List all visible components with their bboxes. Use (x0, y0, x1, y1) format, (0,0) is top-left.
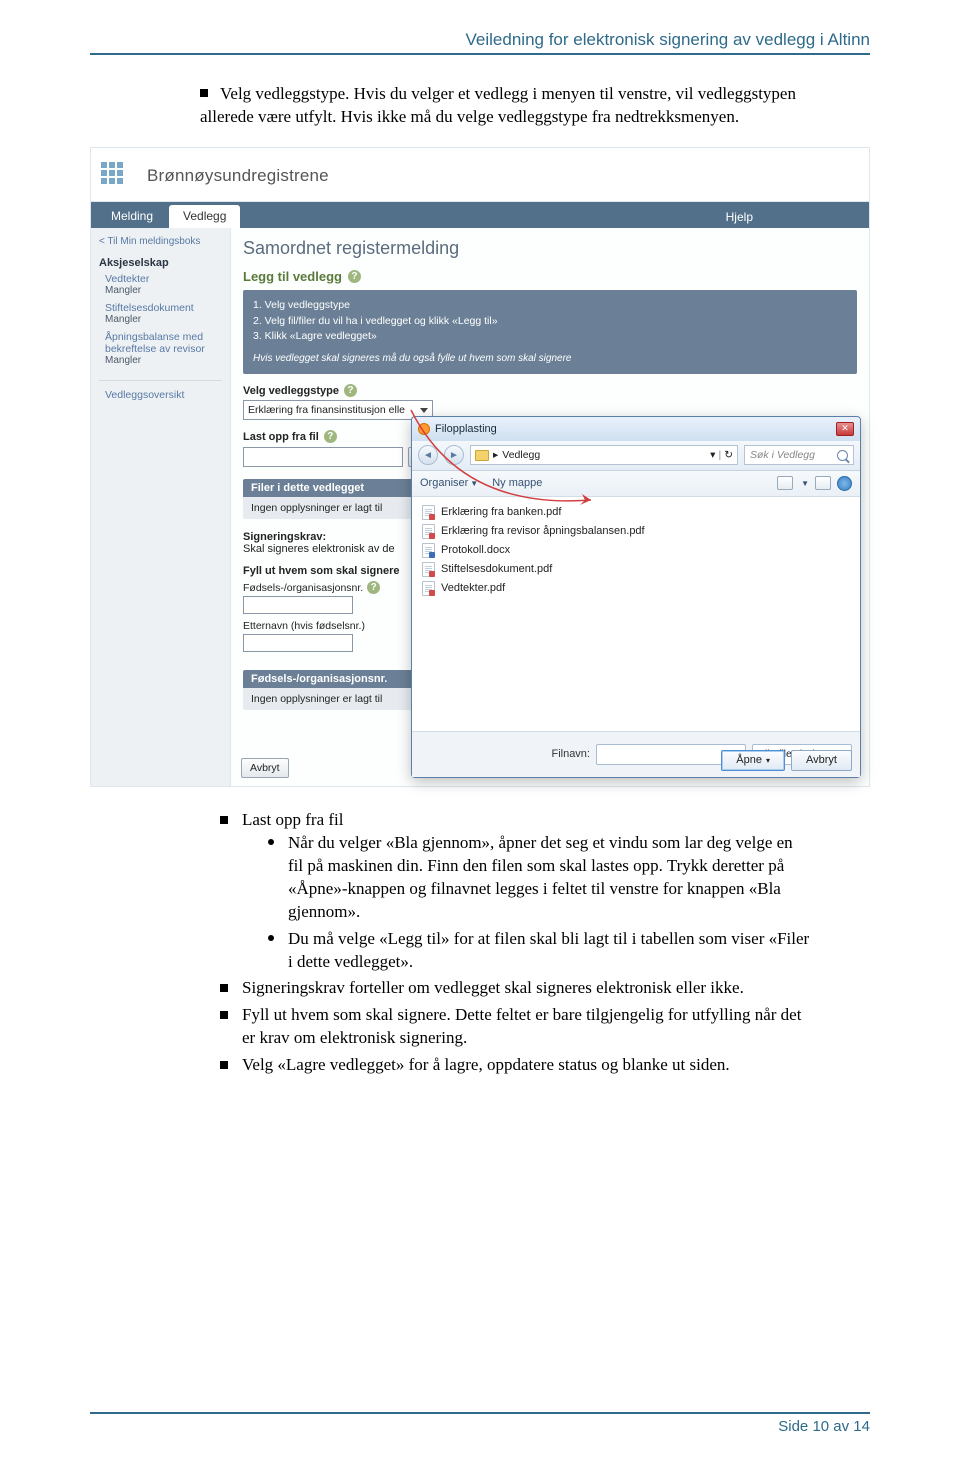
dialog-titlebar: Filopplasting ✕ (412, 417, 860, 441)
list-item: Last opp fra fil Når du velger «Bla gjen… (220, 809, 810, 974)
docx-file-icon (422, 543, 435, 558)
file-item[interactable]: Protokoll.docx (422, 541, 850, 560)
sidebar-status: Mangler (105, 285, 222, 296)
chevron-down-icon: ▼ (801, 479, 809, 488)
help-icon[interactable]: ? (344, 384, 357, 397)
step-2: 2. Velg fil/filer du vil ha i vedlegget … (253, 314, 847, 330)
sub-list-item: Du må velge «Legg til» for at filen skal… (268, 928, 810, 974)
sidebar-item-vedtekter[interactable]: Vedtekter (105, 273, 222, 285)
sub-list-item: Når du velger «Bla gjennom», åpner det s… (268, 832, 810, 924)
nav-forward-button[interactable]: ► (444, 445, 464, 465)
file-path-input[interactable] (243, 447, 403, 467)
organiser-menu[interactable]: Organiser▼ (420, 477, 478, 489)
page-header: Veiledning for elektronisk signering av … (90, 30, 870, 55)
help-icon[interactable]: ? (367, 581, 380, 594)
type-label: Velg vedleggstype ? (243, 384, 857, 397)
app-screenshot: Brønnøysundregistrene Pålogget: SYVER PR… (90, 147, 870, 787)
brand-logo-icon (101, 162, 123, 184)
sidebar-item-stiftelsesdokument[interactable]: Stiftelsesdokument (105, 302, 222, 314)
file-item[interactable]: Erklæring fra banken.pdf (422, 503, 850, 522)
tab-hjelp[interactable]: Hjelp (712, 206, 767, 229)
type-value: Erklæring fra finansinstitusjon elle (248, 404, 405, 416)
steps-box: 1. Velg vedleggstype 2. Velg fil/filer d… (243, 290, 857, 374)
sidebar-status: Mangler (105, 314, 222, 325)
file-item[interactable]: Vedtekter.pdf (422, 579, 850, 598)
view-options-icon[interactable] (777, 476, 793, 490)
chevron-down-icon (420, 408, 428, 413)
nav-back-button[interactable]: ◄ (418, 445, 438, 465)
list-item: Signeringskrav forteller om vedlegget sk… (220, 977, 810, 1000)
breadcrumb[interactable]: ▸ Vedlegg ▾ | ↻ (470, 445, 738, 465)
login-status: Pålogget: SYVER PRESTHUS (709, 244, 859, 256)
sidebar: < Til Min meldingsboks Aksjeselskap Vedt… (91, 228, 231, 786)
dialog-toolbar: Organiser▼ Ny mappe ▼ (412, 471, 860, 497)
open-button[interactable]: Åpne ▾ (721, 750, 785, 771)
tab-vedlegg[interactable]: Vedlegg (169, 205, 240, 228)
file-name: Erklæring fra revisor åpningsbalansen.pd… (441, 525, 645, 537)
outro-list: Last opp fra fil Når du velger «Bla gjen… (220, 809, 810, 1077)
file-list: Erklæring fra banken.pdf Erklæring fra r… (412, 497, 860, 731)
list-item: Fyll ut hvem som skal signere. Dette fel… (220, 1004, 810, 1050)
firefox-icon (418, 423, 430, 435)
section-heading: Legg til vedlegg ? (243, 269, 857, 284)
list-item: Velg «Lagre vedlegget» for å lagre, oppd… (220, 1054, 810, 1077)
pdf-file-icon (422, 505, 435, 520)
bullet-square (200, 89, 208, 97)
fnr-label: Fødsels-/organisasjonsnr. (243, 582, 363, 594)
tab-melding[interactable]: Melding (97, 205, 167, 228)
file-name: Protokoll.docx (441, 544, 510, 556)
search-placeholder: Søk i Vedlegg (750, 449, 815, 461)
sidebar-status: Mangler (105, 355, 222, 366)
step-3: 3. Klikk «Lagre vedlegget» (253, 329, 847, 345)
brand-name: Brønnøysundregistrene (147, 166, 329, 186)
help-icon[interactable]: ? (348, 270, 361, 283)
folder-icon (475, 450, 489, 461)
steps-note: Hvis vedlegget skal signeres må du også … (253, 351, 847, 366)
page-footer: Side 10 av 14 (90, 1412, 870, 1435)
pdf-file-icon (422, 581, 435, 596)
help-icon[interactable] (837, 476, 852, 491)
new-folder-button[interactable]: Ny mappe (492, 477, 542, 489)
file-item[interactable]: Stiftelsesdokument.pdf (422, 560, 850, 579)
step-1: 1. Velg vedleggstype (253, 298, 847, 314)
search-input[interactable]: Søk i Vedlegg (744, 445, 854, 465)
tabs-bar: Pålogget: SYVER PRESTHUS Melding Vedlegg… (91, 202, 869, 228)
intro-paragraph: Velg vedleggstype. Hvis du velger et ved… (200, 83, 830, 129)
help-icon[interactable]: ? (324, 430, 337, 443)
close-button[interactable]: ✕ (836, 422, 854, 436)
file-name: Erklæring fra banken.pdf (441, 506, 561, 518)
file-name: Stiftelsesdokument.pdf (441, 563, 552, 575)
surname-input[interactable] (243, 634, 353, 652)
sidebar-back-link[interactable]: < Til Min meldingsboks (99, 236, 222, 247)
fnr-input[interactable] (243, 596, 353, 614)
sidebar-heading: Aksjeselskap (99, 257, 222, 269)
cancel-button[interactable]: Avbryt (241, 758, 289, 778)
breadcrumb-folder: Vedlegg (502, 449, 540, 461)
dialog-title: Filopplasting (435, 423, 497, 435)
sidebar-item-oversikt[interactable]: Vedleggsoversikt (105, 389, 222, 401)
dialog-nav: ◄ ► ▸ Vedlegg ▾ | ↻ Søk i Vedlegg (412, 441, 860, 471)
file-name: Vedtekter.pdf (441, 582, 505, 594)
filename-label: Filnavn: (551, 748, 590, 760)
preview-pane-icon[interactable] (815, 476, 831, 490)
dialog-cancel-button[interactable]: Avbryt (791, 750, 852, 771)
intro-text: Velg vedleggstype. Hvis du velger et ved… (200, 84, 796, 126)
search-icon (837, 450, 848, 461)
file-item[interactable]: Erklæring fra revisor åpningsbalansen.pd… (422, 522, 850, 541)
app-header: Brønnøysundregistrene (91, 148, 869, 202)
sidebar-item-apningsbalanse[interactable]: Åpningsbalanse med bekreftelse av reviso… (105, 331, 222, 355)
pdf-file-icon (422, 524, 435, 539)
type-select[interactable]: Erklæring fra finansinstitusjon elle (243, 400, 433, 420)
pdf-file-icon (422, 562, 435, 577)
file-upload-dialog: Filopplasting ✕ ◄ ► ▸ Vedlegg ▾ | ↻ Søk … (411, 416, 861, 778)
